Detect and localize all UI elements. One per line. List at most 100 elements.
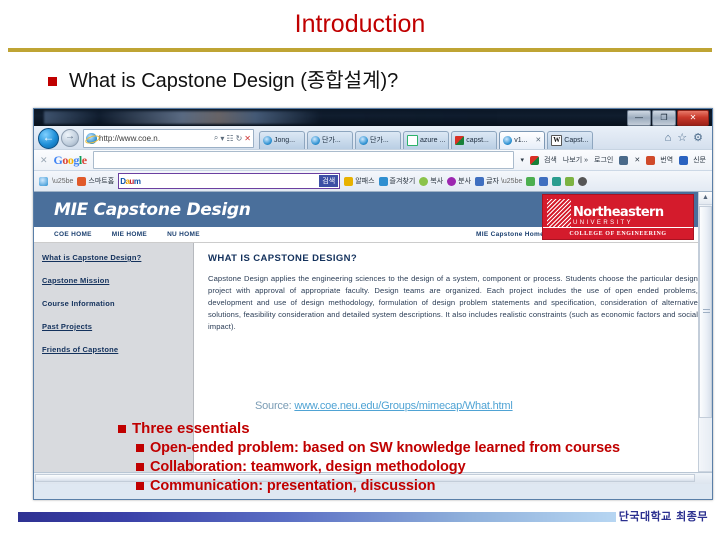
sidebar-item-capstone-mission[interactable]: Capstone Mission (42, 276, 193, 285)
minimize-button[interactable]: — (627, 110, 651, 126)
footer-gradient-bar (18, 512, 616, 522)
nu-logo-line3: COLLEGE OF ENGINEERING (543, 227, 693, 239)
browser-tab[interactable]: azure ... (403, 130, 450, 149)
search-icon[interactable]: ⌕ (214, 133, 218, 143)
tab-label: v1... (514, 136, 528, 144)
scroll-up-arrow-icon[interactable]: ▲ (699, 192, 712, 205)
address-url-text: http://www.coe.n. (99, 133, 160, 143)
daum-favorites-button[interactable]: 즐겨찾기 (378, 176, 415, 186)
google-search-input[interactable] (92, 151, 515, 169)
google-login-link[interactable]: 로그인 (594, 155, 613, 165)
google-logo: Google (53, 152, 87, 167)
daum-search-box[interactable]: Daum 검색 (118, 173, 341, 189)
nav-coe-home[interactable]: COE HOME (54, 231, 92, 238)
internet-explorer-icon (503, 135, 513, 145)
source-url-link[interactable]: www.coe.neu.edu/Groups/mimecap/What.html (294, 400, 512, 412)
sidebar-item-course-information[interactable]: Course Information (42, 299, 193, 308)
essentials-item: Open-ended problem: based on SW knowledg… (136, 440, 620, 456)
google-search-menu-label: 검색 (543, 157, 557, 164)
daum-clean-button[interactable] (526, 176, 536, 186)
nav-mie-capstone-home[interactable]: MIE Capstone Home (476, 231, 544, 238)
daum-font-label: 글자 (486, 178, 499, 185)
home-icon (77, 176, 87, 186)
nav-mie-home[interactable]: MIE HOME (112, 231, 147, 238)
news-icon (679, 155, 689, 165)
northeastern-logo: Northeastern UNIVERSITY COLLEGE OF ENGIN… (542, 194, 694, 240)
browser-badge-icon[interactable] (39, 176, 48, 186)
browser-tab[interactable]: Jong... (259, 130, 305, 149)
address-bar[interactable]: http://www.coe.n. ⌕ ▾ ☷ ↻ ✕ (83, 128, 254, 148)
essentials-item-label: Collaboration: teamwork, design methodol… (150, 459, 466, 475)
daum-font-button[interactable]: 글자 \u25be (475, 176, 522, 186)
google-translate-menu[interactable]: 번역 (646, 155, 673, 165)
google-tools-menu[interactable] (619, 155, 629, 165)
close-icon[interactable]: ✕ (40, 155, 48, 166)
close-icon: ✕ (634, 157, 641, 164)
nav-nu-home[interactable]: NU HOME (167, 231, 200, 238)
favorites-star-icon[interactable]: ☆ (677, 132, 687, 144)
stop-icon[interactable]: ✕ (244, 134, 251, 143)
tab-label: capst... (466, 136, 489, 144)
tab-close-icon[interactable]: ✕ (535, 136, 541, 144)
split-icon (447, 176, 457, 186)
chevron-down-icon: ▾ (520, 157, 524, 164)
browser-tab[interactable]: W Capst... (547, 130, 594, 149)
essentials-item: Collaboration: teamwork, design methodol… (136, 459, 620, 475)
browser-tab-active[interactable]: v1... ✕ (499, 130, 546, 149)
forward-arrow-icon[interactable]: → (61, 129, 79, 147)
browser-tab[interactable]: capst... (451, 130, 498, 149)
content-heading: WHAT IS CAPSTONE DESIGN? (208, 253, 358, 264)
back-arrow-icon[interactable]: ← (38, 127, 59, 149)
daum-calendar-button[interactable] (552, 176, 562, 186)
capture-icon (419, 176, 429, 186)
vertical-scroll-thumb[interactable] (699, 206, 712, 418)
google-news-label: 신문 (693, 157, 706, 164)
daum-split-label: 분사 (458, 178, 472, 185)
browser-tab[interactable]: 단가... (355, 130, 401, 149)
daum-settings-button[interactable] (578, 176, 588, 186)
google-dropdown[interactable]: ▾ (520, 156, 524, 164)
main-bullet: What is Capstone Design (종합설계)? (48, 70, 688, 93)
bullet-square-icon (136, 482, 144, 490)
google-close-x[interactable]: ✕ (634, 156, 640, 164)
daum-capture-button[interactable]: 복사 (419, 176, 443, 186)
internet-explorer-icon (86, 132, 97, 144)
sidebar-item-past-projects[interactable]: Past Projects (42, 322, 193, 331)
bullet-square-icon (48, 77, 57, 86)
essentials-item-label: Communication: presentation, discussion (150, 478, 436, 494)
google-search-menu[interactable]: 검색 (529, 155, 557, 165)
compatibility-view-icon[interactable]: ☷ (226, 134, 233, 143)
google-news-menu[interactable]: 신문 (679, 155, 706, 165)
daum-alpass-button[interactable]: 알패스 (344, 176, 375, 186)
footer-label: 단국대학교 최종무 (618, 510, 708, 523)
daum-memo-button[interactable] (565, 176, 575, 186)
refresh-icon[interactable]: ↻ (236, 134, 243, 143)
essentials-heading: Three essentials (132, 420, 250, 437)
nu-logo-line1: Northeastern (573, 204, 664, 220)
google-translate-label: 번역 (660, 157, 674, 164)
essentials-item-label: Open-ended problem: based on SW knowledg… (150, 440, 620, 456)
internet-explorer-icon (263, 135, 272, 145)
slide-root: Introduction What is Capstone Design (종합… (0, 0, 720, 540)
internet-explorer-icon (311, 135, 320, 145)
google-icon (529, 155, 539, 165)
sidebar-item-what-is-capstone-design[interactable]: What is Capstone Design? (42, 253, 193, 262)
daum-smarthome-button[interactable]: 스마트홈 (77, 176, 114, 186)
home-icon[interactable]: ⌂ (665, 132, 672, 144)
tab-label: Jong... (274, 136, 296, 144)
window-controls: — ❐ ✕ (627, 110, 709, 126)
star-icon (378, 176, 388, 186)
daum-alpass-label: 알패스 (355, 178, 375, 185)
browser-tab[interactable]: 단가... (307, 130, 353, 149)
font-icon (475, 176, 485, 186)
daum-split-button[interactable]: 분사 (447, 176, 471, 186)
vertical-scrollbar[interactable]: ▲ ▼ (698, 192, 712, 484)
daum-search-button[interactable]: 검색 (319, 175, 339, 187)
maximize-button[interactable]: ❐ (652, 110, 676, 126)
chevron-down-icon[interactable]: ▾ (220, 134, 224, 143)
sidebar-item-friends-of-capstone[interactable]: Friends of Capstone (42, 345, 193, 354)
close-button[interactable]: ✕ (677, 110, 709, 126)
settings-gear-icon[interactable]: ⚙ (693, 132, 703, 144)
google-more-menu[interactable]: 나보기 » (563, 155, 588, 165)
daum-save-button[interactable] (539, 176, 549, 186)
